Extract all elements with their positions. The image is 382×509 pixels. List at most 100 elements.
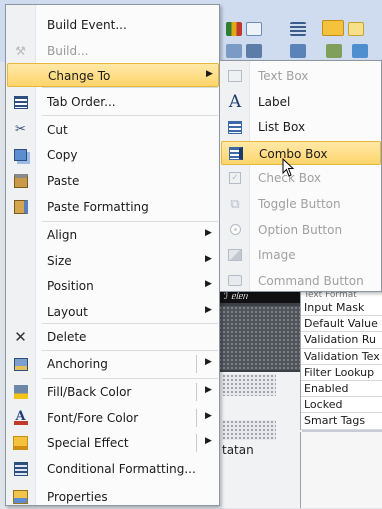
submenu-item-label: Command Button xyxy=(258,273,364,288)
submenu-item-command-button[interactable]: Command Button xyxy=(221,269,381,293)
split-button-divider xyxy=(196,383,197,401)
size-to-fit-icon[interactable] xyxy=(326,44,342,58)
menu-item-label: Change To xyxy=(48,69,111,83)
paste-icon xyxy=(12,173,29,189)
menu-item-label: Properties xyxy=(47,490,108,504)
design-grid xyxy=(218,306,302,370)
menu-item-label: Tab Order... xyxy=(47,95,116,109)
submenu-arrow-icon: ▶ xyxy=(205,254,212,264)
pointer-tool-icon[interactable] xyxy=(348,22,364,36)
menu-item-delete[interactable]: ✕ Delete xyxy=(7,325,219,349)
menu-item-label: Align xyxy=(47,228,78,242)
submenu-arrow-icon: ▶ xyxy=(205,436,212,446)
property-row[interactable]: Smart Tags xyxy=(301,413,382,430)
image-icon xyxy=(227,247,243,263)
menu-separator xyxy=(42,115,218,116)
menu-item-change-to[interactable]: Change To ▶ xyxy=(7,63,219,87)
submenu-item-text-box[interactable]: Text Box xyxy=(221,64,381,88)
submenu-item-check-box[interactable]: ✓ Check Box xyxy=(221,166,381,190)
property-row[interactable]: Validation Tex xyxy=(301,349,382,365)
submenu-item-option-button[interactable]: Option Button xyxy=(221,218,381,242)
menu-separator xyxy=(42,378,218,379)
property-row[interactable]: Filter Lookup xyxy=(301,365,382,381)
menu-item-layout[interactable]: Layout ▶ xyxy=(7,300,219,324)
menu-item-paste[interactable]: Paste xyxy=(7,169,219,193)
submenu-item-list-box[interactable]: List Box xyxy=(221,115,381,139)
chart-icon[interactable] xyxy=(226,22,242,36)
toggle-button-icon: ⧉ xyxy=(230,196,240,212)
submenu-item-label: List Box xyxy=(258,120,306,135)
menu-item-properties[interactable]: Properties xyxy=(7,485,219,509)
submenu-item-toggle-button[interactable]: ⧉ Toggle Button xyxy=(221,192,381,216)
check-box-icon: ✓ xyxy=(227,170,243,186)
section-header-bar[interactable]: ℐ ᥱᥣᥱᥒ xyxy=(218,292,302,303)
menu-item-align[interactable]: Align ▶ xyxy=(7,223,219,247)
menu-separator xyxy=(42,87,218,88)
menu-item-cut[interactable]: ✂ Cut xyxy=(7,118,219,142)
properties-icon xyxy=(12,489,29,505)
menu-item-label: Copy xyxy=(47,148,78,162)
menu-item-build[interactable]: ⚒ Build... xyxy=(7,39,219,63)
menu-item-label: Build... xyxy=(47,44,89,58)
menu-item-label: Paste xyxy=(47,174,80,188)
menu-item-fill-back-color[interactable]: Fill/Back Color ▶ xyxy=(7,380,219,404)
submenu-arrow-icon: ▶ xyxy=(206,69,213,79)
table-icon[interactable] xyxy=(246,22,262,36)
property-row[interactable]: Default Value xyxy=(301,316,382,333)
submenu-item-label: Label xyxy=(258,94,291,109)
change-to-submenu: Text Box A Label List Box Combo Box ✓ Check Bo… xyxy=(219,60,382,292)
delete-x-icon: ✕ xyxy=(14,328,27,346)
anchoring-icon xyxy=(12,356,29,372)
submenu-item-label[interactable]: A Label xyxy=(221,90,381,114)
option-button-icon xyxy=(227,222,243,238)
tab-stop-icon[interactable] xyxy=(352,44,368,58)
menu-item-label: Layout xyxy=(47,305,88,319)
menu-item-paste-formatting[interactable]: Paste Formatting xyxy=(7,195,219,219)
control-placeholder[interactable] xyxy=(222,420,276,440)
submenu-item-label: Toggle Button xyxy=(258,197,341,211)
grid-icon[interactable] xyxy=(246,44,262,58)
property-sheet: Input Mask Default Value Validation Ru Vali… xyxy=(300,300,382,430)
menu-item-position[interactable]: Position ▶ xyxy=(7,274,219,298)
menu-item-font-fore-color[interactable]: A Font/Fore Color ▶ xyxy=(7,406,219,430)
submenu-arrow-icon: ▶ xyxy=(205,305,212,315)
property-sheet-blank xyxy=(300,432,382,508)
property-row[interactable]: Validation Ru xyxy=(301,332,382,349)
align-lines-icon[interactable] xyxy=(290,22,306,36)
submenu-item-combo-box[interactable]: Combo Box xyxy=(221,140,381,165)
menu-item-label: Paste Formatting xyxy=(47,200,149,214)
tab-order-icon xyxy=(12,94,29,110)
menu-item-label: Fill/Back Color xyxy=(47,385,132,399)
submenu-item-label: Text Box xyxy=(258,69,309,83)
submenu-arrow-icon: ▶ xyxy=(205,228,212,238)
split-button-divider xyxy=(196,434,197,452)
menu-item-label: Size xyxy=(47,254,72,268)
format-tile-icon[interactable] xyxy=(322,20,344,36)
menu-item-copy[interactable]: Copy xyxy=(7,143,219,167)
menu-item-conditional-formatting[interactable]: Conditional Formatting... xyxy=(7,457,219,481)
control-placeholder[interactable] xyxy=(222,374,276,396)
conditional-formatting-icon xyxy=(12,461,29,477)
menu-item-build-event[interactable]: Build Event... xyxy=(7,13,219,37)
menu-item-tab-order[interactable]: Tab Order... xyxy=(7,90,219,114)
menu-item-size[interactable]: Size ▶ xyxy=(7,249,219,273)
submenu-item-image[interactable]: Image xyxy=(221,243,381,267)
mouse-cursor-icon xyxy=(282,158,295,177)
property-row[interactable]: Enabled xyxy=(301,381,382,398)
build-wand-icon: ⚒ xyxy=(15,44,26,58)
menu-item-special-effect[interactable]: Special Effect ▶ xyxy=(7,431,219,455)
menu-separator xyxy=(42,221,218,222)
submenu-arrow-icon: ▶ xyxy=(205,279,212,289)
property-row[interactable]: Locked xyxy=(301,397,382,414)
menu-item-label: Anchoring xyxy=(47,357,108,371)
menu-item-label: Build Event... xyxy=(47,18,127,32)
fill-color-icon xyxy=(12,384,29,400)
property-row[interactable]: Input Mask xyxy=(301,300,382,317)
special-effect-icon xyxy=(12,435,29,451)
menu-item-anchoring[interactable]: Anchoring ▶ xyxy=(7,352,219,376)
context-menu: Build Event... ⚒ Build... Change To ▶ Tab Ord… xyxy=(5,4,220,506)
split-button-divider xyxy=(196,355,197,373)
group-icon[interactable] xyxy=(226,44,242,58)
partial-control-label: tatan xyxy=(222,443,254,457)
spacing-icon[interactable] xyxy=(290,44,306,58)
